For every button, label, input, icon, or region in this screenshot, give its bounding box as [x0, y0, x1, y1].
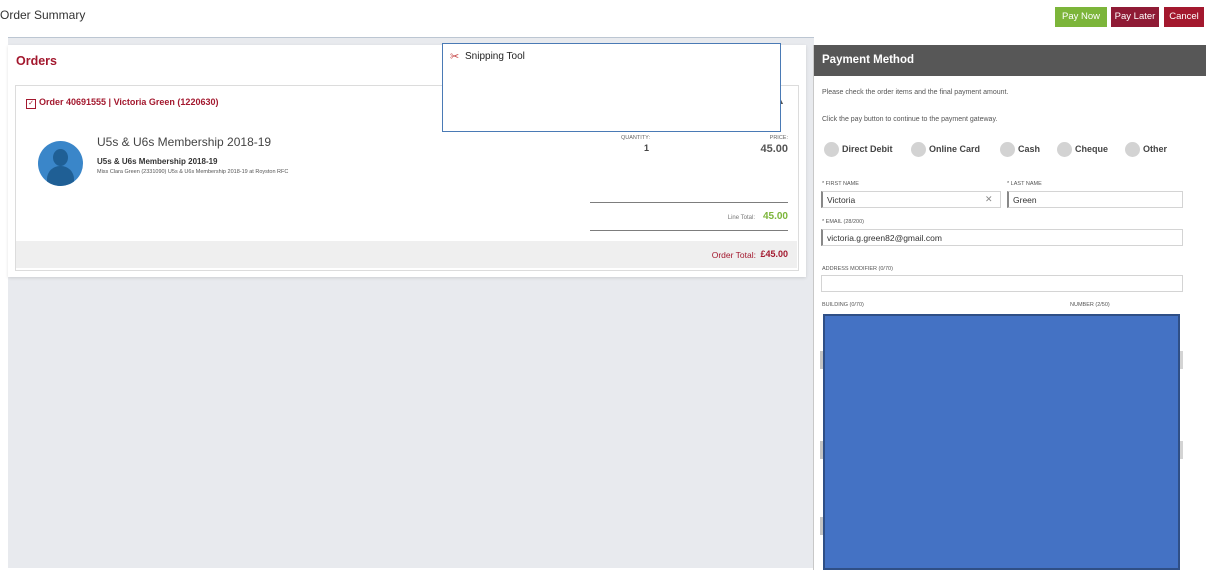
order-footer: [16, 241, 797, 268]
orders-title: Orders: [16, 54, 57, 68]
address-modifier-label: ADDRESS MODIFIER (0/70): [822, 266, 893, 272]
radio-cash[interactable]: [1000, 142, 1015, 157]
avatar-head: [53, 149, 68, 166]
payment-title: Payment Method: [822, 54, 915, 66]
order-heading[interactable]: Order 40691555 | Victoria Green (1220630…: [39, 97, 218, 107]
radio-label-cash[interactable]: Cash: [1018, 144, 1040, 154]
order-checkbox[interactable]: ✓: [26, 99, 36, 109]
radio-label-other[interactable]: Other: [1143, 144, 1167, 154]
radio-cheque[interactable]: [1057, 142, 1072, 157]
pay-later-button[interactable]: Pay Later: [1111, 7, 1159, 27]
radio-other[interactable]: [1125, 142, 1140, 157]
redaction-box: [823, 314, 1180, 570]
payment-note: Please check the order items and the fin…: [822, 89, 1009, 96]
field-edge: [1180, 351, 1183, 369]
number-label: NUMBER (2/50): [1070, 302, 1110, 308]
field-edge: [1180, 441, 1183, 459]
address-modifier-field[interactable]: [821, 275, 1183, 292]
price-label: PRICE:: [769, 135, 788, 141]
last-name-value: Green: [1013, 195, 1037, 205]
first-name-label: * FIRST NAME: [822, 181, 859, 187]
first-name-value: Victoria: [827, 195, 856, 205]
avatar-body: [47, 166, 74, 186]
payment-note: Click the pay button to continue to the …: [822, 116, 998, 123]
radio-online-card[interactable]: [911, 142, 926, 157]
line-total-label: Line Total:: [727, 215, 755, 221]
radio-label-online-card[interactable]: Online Card: [929, 144, 980, 154]
line-total-value: 45.00: [762, 211, 788, 222]
order-total-value: £45.00: [760, 249, 788, 259]
page-title: Order Summary: [0, 8, 86, 22]
quantity-label: QUANTITY:: [621, 135, 651, 141]
email-value: victoria.g.green82@gmail.com: [827, 233, 942, 243]
price-value: 45.00: [760, 143, 788, 155]
email-label: * EMAIL (28/200): [822, 219, 864, 225]
order-total-label: Order Total:: [711, 250, 756, 260]
avatar: [38, 141, 83, 186]
pay-now-button[interactable]: Pay Now: [1055, 7, 1107, 27]
radio-label-direct-debit[interactable]: Direct Debit: [842, 144, 893, 154]
building-label: BUILDING (0/70): [822, 302, 864, 308]
divider: [590, 202, 788, 203]
radio-direct-debit[interactable]: [824, 142, 839, 157]
product-description: Miss Clara Green (2331090) U5s & U6s Mem…: [97, 169, 289, 175]
last-name-label: * LAST NAME: [1007, 181, 1042, 187]
snipping-tool-title: Snipping Tool: [465, 51, 525, 62]
quantity-value: 1: [644, 143, 650, 153]
cancel-button[interactable]: Cancel: [1164, 7, 1204, 27]
product-subtitle: U5s & U6s Membership 2018-19: [97, 157, 218, 166]
radio-label-cheque[interactable]: Cheque: [1075, 144, 1108, 154]
product-title: U5s & U6s Membership 2018-19: [97, 135, 272, 149]
divider: [590, 230, 788, 231]
scissors-icon: ✂: [450, 51, 460, 63]
clear-icon[interactable]: ✕: [985, 194, 993, 205]
